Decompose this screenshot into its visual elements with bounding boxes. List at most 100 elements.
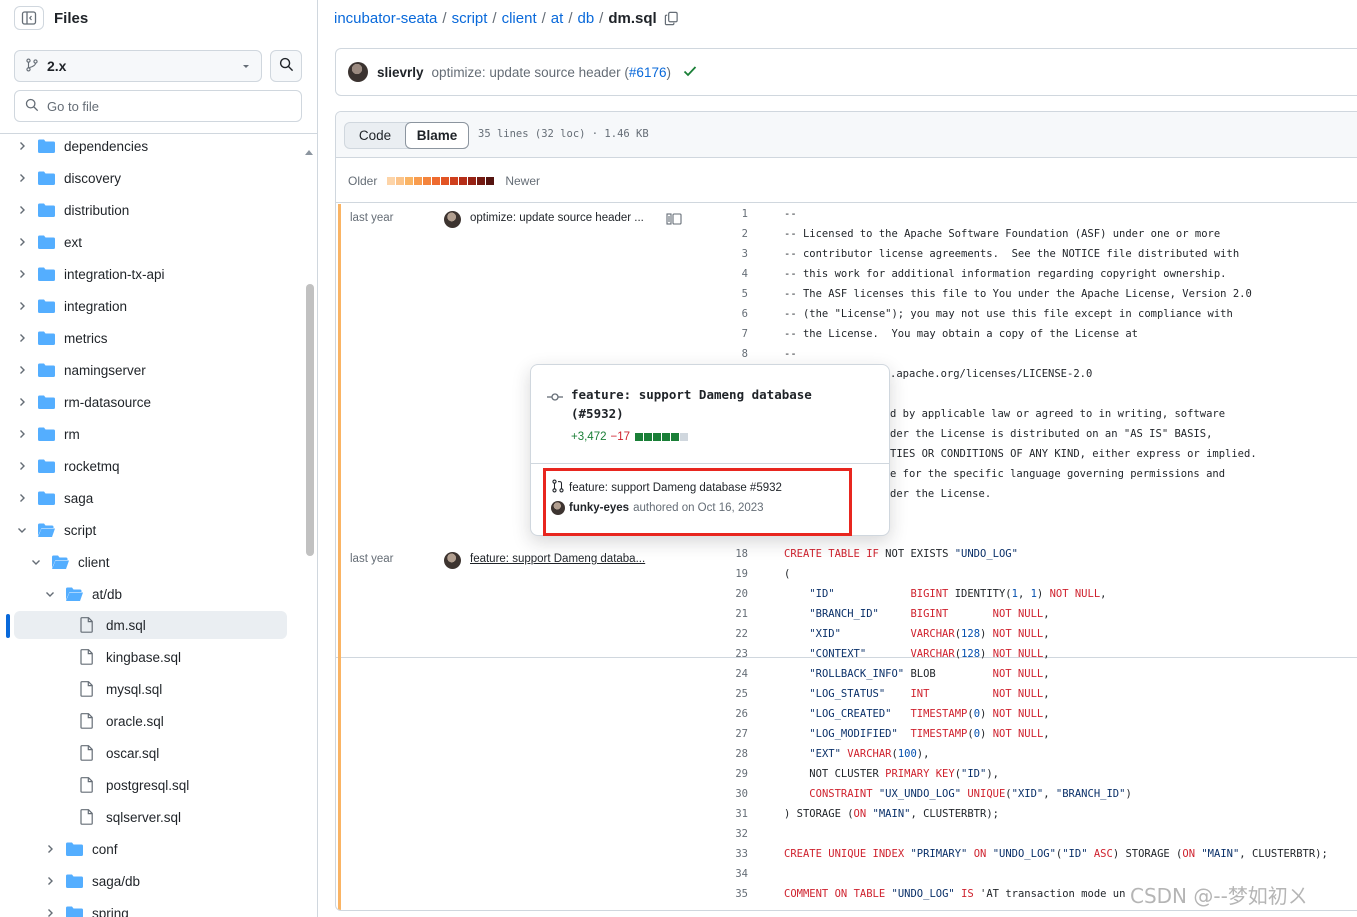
code-line[interactable]: 22 "XID" VARCHAR(128) NOT NULL, [708, 624, 1049, 644]
collapse-panel-icon[interactable] [14, 6, 44, 30]
blame-commit-message[interactable]: feature: support Dameng databa... [470, 553, 645, 565]
commit-message[interactable]: optimize: update source header (#6176) [432, 65, 671, 80]
chevron-down-icon[interactable] [14, 525, 30, 535]
chevron-right-icon[interactable] [14, 301, 30, 311]
chevron-down-icon[interactable] [42, 589, 58, 599]
line-number[interactable]: 32 [708, 828, 784, 840]
code-line[interactable]: 6 -- (the "License"); you may not use thi… [708, 304, 1233, 324]
tree-folder-rm[interactable]: rm [0, 420, 290, 448]
code-line[interactable]: 32 [708, 824, 784, 844]
chevron-right-icon[interactable] [14, 237, 30, 247]
line-number[interactable]: 21 [708, 608, 784, 620]
chevron-right-icon[interactable] [14, 333, 30, 343]
code-line[interactable]: 20 "ID" BIGINT IDENTITY(1, 1) NOT NULL, [708, 584, 1106, 604]
code-line[interactable]: 19( [708, 564, 790, 584]
line-number[interactable]: 28 [708, 748, 784, 760]
tree-folder-saga-db[interactable]: saga/db [0, 867, 290, 895]
tree-folder-script[interactable]: script [0, 516, 290, 544]
chevron-right-icon[interactable] [14, 429, 30, 439]
line-number[interactable]: 5 [708, 288, 784, 300]
tree-file-kingbase-sql[interactable]: kingbase.sql [0, 643, 290, 671]
code-line[interactable]: 18 CREATE TABLE IF NOT EXISTS "UNDO_LOG" [708, 544, 1018, 564]
chevron-right-icon[interactable] [42, 876, 58, 886]
code-line[interactable]: 15der the License. [890, 484, 991, 504]
tree-folder-integration[interactable]: integration [0, 292, 290, 320]
commit-author[interactable]: slievrly [377, 65, 424, 80]
reblame-icon[interactable] [666, 212, 682, 228]
line-number[interactable]: 18 [708, 548, 784, 560]
line-number[interactable]: 31 [708, 808, 784, 820]
chevron-right-icon[interactable] [14, 141, 30, 151]
tree-folder-saga[interactable]: saga [0, 484, 290, 512]
line-number[interactable]: 4 [708, 268, 784, 280]
tree-file-oracle-sql[interactable]: oracle.sql [0, 707, 290, 735]
line-number[interactable]: 3 [708, 248, 784, 260]
tree-folder-dependencies[interactable]: dependencies [0, 132, 290, 160]
copy-path-icon[interactable] [664, 11, 679, 26]
breadcrumb-repo-link[interactable]: incubator-seata [334, 10, 437, 27]
code-line[interactable]: 24 "ROLLBACK_INFO" BLOB NOT NULL, [708, 664, 1049, 684]
tree-file-mysql-sql[interactable]: mysql.sql [0, 675, 290, 703]
line-number[interactable]: 6 [708, 308, 784, 320]
line-number[interactable]: 8 [708, 348, 784, 360]
line-number[interactable]: 19 [708, 568, 784, 580]
tree-folder-conf[interactable]: conf [0, 835, 290, 863]
chevron-right-icon[interactable] [42, 908, 58, 917]
code-line[interactable]: 2 -- Licensed to the Apache Software Foun… [708, 224, 1221, 244]
tree-folder-rm-datasource[interactable]: rm-datasource [0, 388, 290, 416]
chevron-right-icon[interactable] [42, 844, 58, 854]
line-number[interactable]: 2 [708, 228, 784, 240]
code-line[interactable]: 13TIES OR CONDITIONS OF ANY KIND, either… [890, 444, 1257, 464]
code-line[interactable]: 27 "LOG_MODIFIED" TIMESTAMP(0) NOT NULL, [708, 724, 1049, 744]
scroll-up-arrow-icon[interactable] [305, 142, 313, 158]
chevron-down-icon[interactable] [28, 557, 44, 567]
chevron-right-icon[interactable] [14, 365, 30, 375]
line-number[interactable]: 26 [708, 708, 784, 720]
code-line[interactable]: 33 CREATE UNIQUE INDEX "PRIMARY" ON "UNDO… [708, 844, 1327, 864]
tree-folder-at-db[interactable]: at/db [0, 580, 290, 608]
code-line[interactable]: 31) STORAGE (ON "MAIN", CLUSTERBTR); [708, 804, 999, 824]
tree-folder-spring[interactable]: spring [0, 899, 290, 917]
chevron-right-icon[interactable] [14, 397, 30, 407]
code-line[interactable]: 26 "LOG_CREATED" TIMESTAMP(0) NOT NULL, [708, 704, 1049, 724]
line-number[interactable]: 23 [708, 648, 784, 660]
tree-folder-namingserver[interactable]: namingserver [0, 356, 290, 384]
code-line[interactable]: 9.apache.org/licenses/LICENSE-2.0 [890, 364, 1092, 384]
line-number[interactable]: 34 [708, 868, 784, 880]
code-line[interactable]: 35 COMMENT ON TABLE "UNDO_LOG" IS 'AT tra… [708, 884, 1125, 904]
code-line[interactable]: 21 "BRANCH_ID" BIGINT NOT NULL, [708, 604, 1049, 624]
tree-folder-metrics[interactable]: metrics [0, 324, 290, 352]
line-number[interactable]: 25 [708, 688, 784, 700]
line-number[interactable]: 27 [708, 728, 784, 740]
chevron-right-icon[interactable] [14, 205, 30, 215]
blame-commit-message[interactable]: optimize: update source header ... [470, 212, 644, 224]
code-line[interactable]: 11d by applicable law or agreed to in wr… [890, 404, 1225, 424]
tree-folder-rocketmq[interactable]: rocketmq [0, 452, 290, 480]
chevron-right-icon[interactable] [14, 461, 30, 471]
code-line[interactable]: 34 [708, 864, 784, 884]
branch-selector-button[interactable]: 2.x [14, 50, 262, 82]
line-number[interactable]: 24 [708, 668, 784, 680]
avatar[interactable] [348, 62, 368, 82]
line-number[interactable]: 30 [708, 788, 784, 800]
code-line[interactable]: 1 -- [708, 204, 797, 224]
code-line[interactable]: 23 "CONTEXT" VARCHAR(128) NOT NULL, [708, 644, 1049, 664]
tree-folder-integration-tx-api[interactable]: integration-tx-api [0, 260, 290, 288]
code-line[interactable]: 29 NOT CLUSTER PRIMARY KEY("ID"), [708, 764, 999, 784]
tree-file-sqlserver-sql[interactable]: sqlserver.sql [0, 803, 290, 831]
code-line[interactable]: 12der the License is distributed on an "… [890, 424, 1212, 444]
commit-pr-link[interactable]: #6176 [629, 65, 667, 80]
hovercard-title[interactable]: feature: support Dameng database (#5932) [571, 385, 871, 423]
go-to-file-input[interactable] [47, 98, 277, 114]
avatar[interactable] [444, 211, 461, 228]
breadcrumb-link-db[interactable]: db [577, 10, 594, 27]
search-button[interactable] [270, 50, 302, 82]
chevron-right-icon[interactable] [14, 269, 30, 279]
code-line[interactable]: 4 -- this work for additional information… [708, 264, 1227, 284]
tree-folder-ext[interactable]: ext [0, 228, 290, 256]
line-number[interactable]: 7 [708, 328, 784, 340]
chevron-right-icon[interactable] [14, 173, 30, 183]
avatar[interactable] [444, 552, 461, 569]
tab-blame[interactable]: Blame [405, 122, 469, 149]
code-line[interactable]: 7 -- the License. You may obtain a copy o… [708, 324, 1138, 344]
